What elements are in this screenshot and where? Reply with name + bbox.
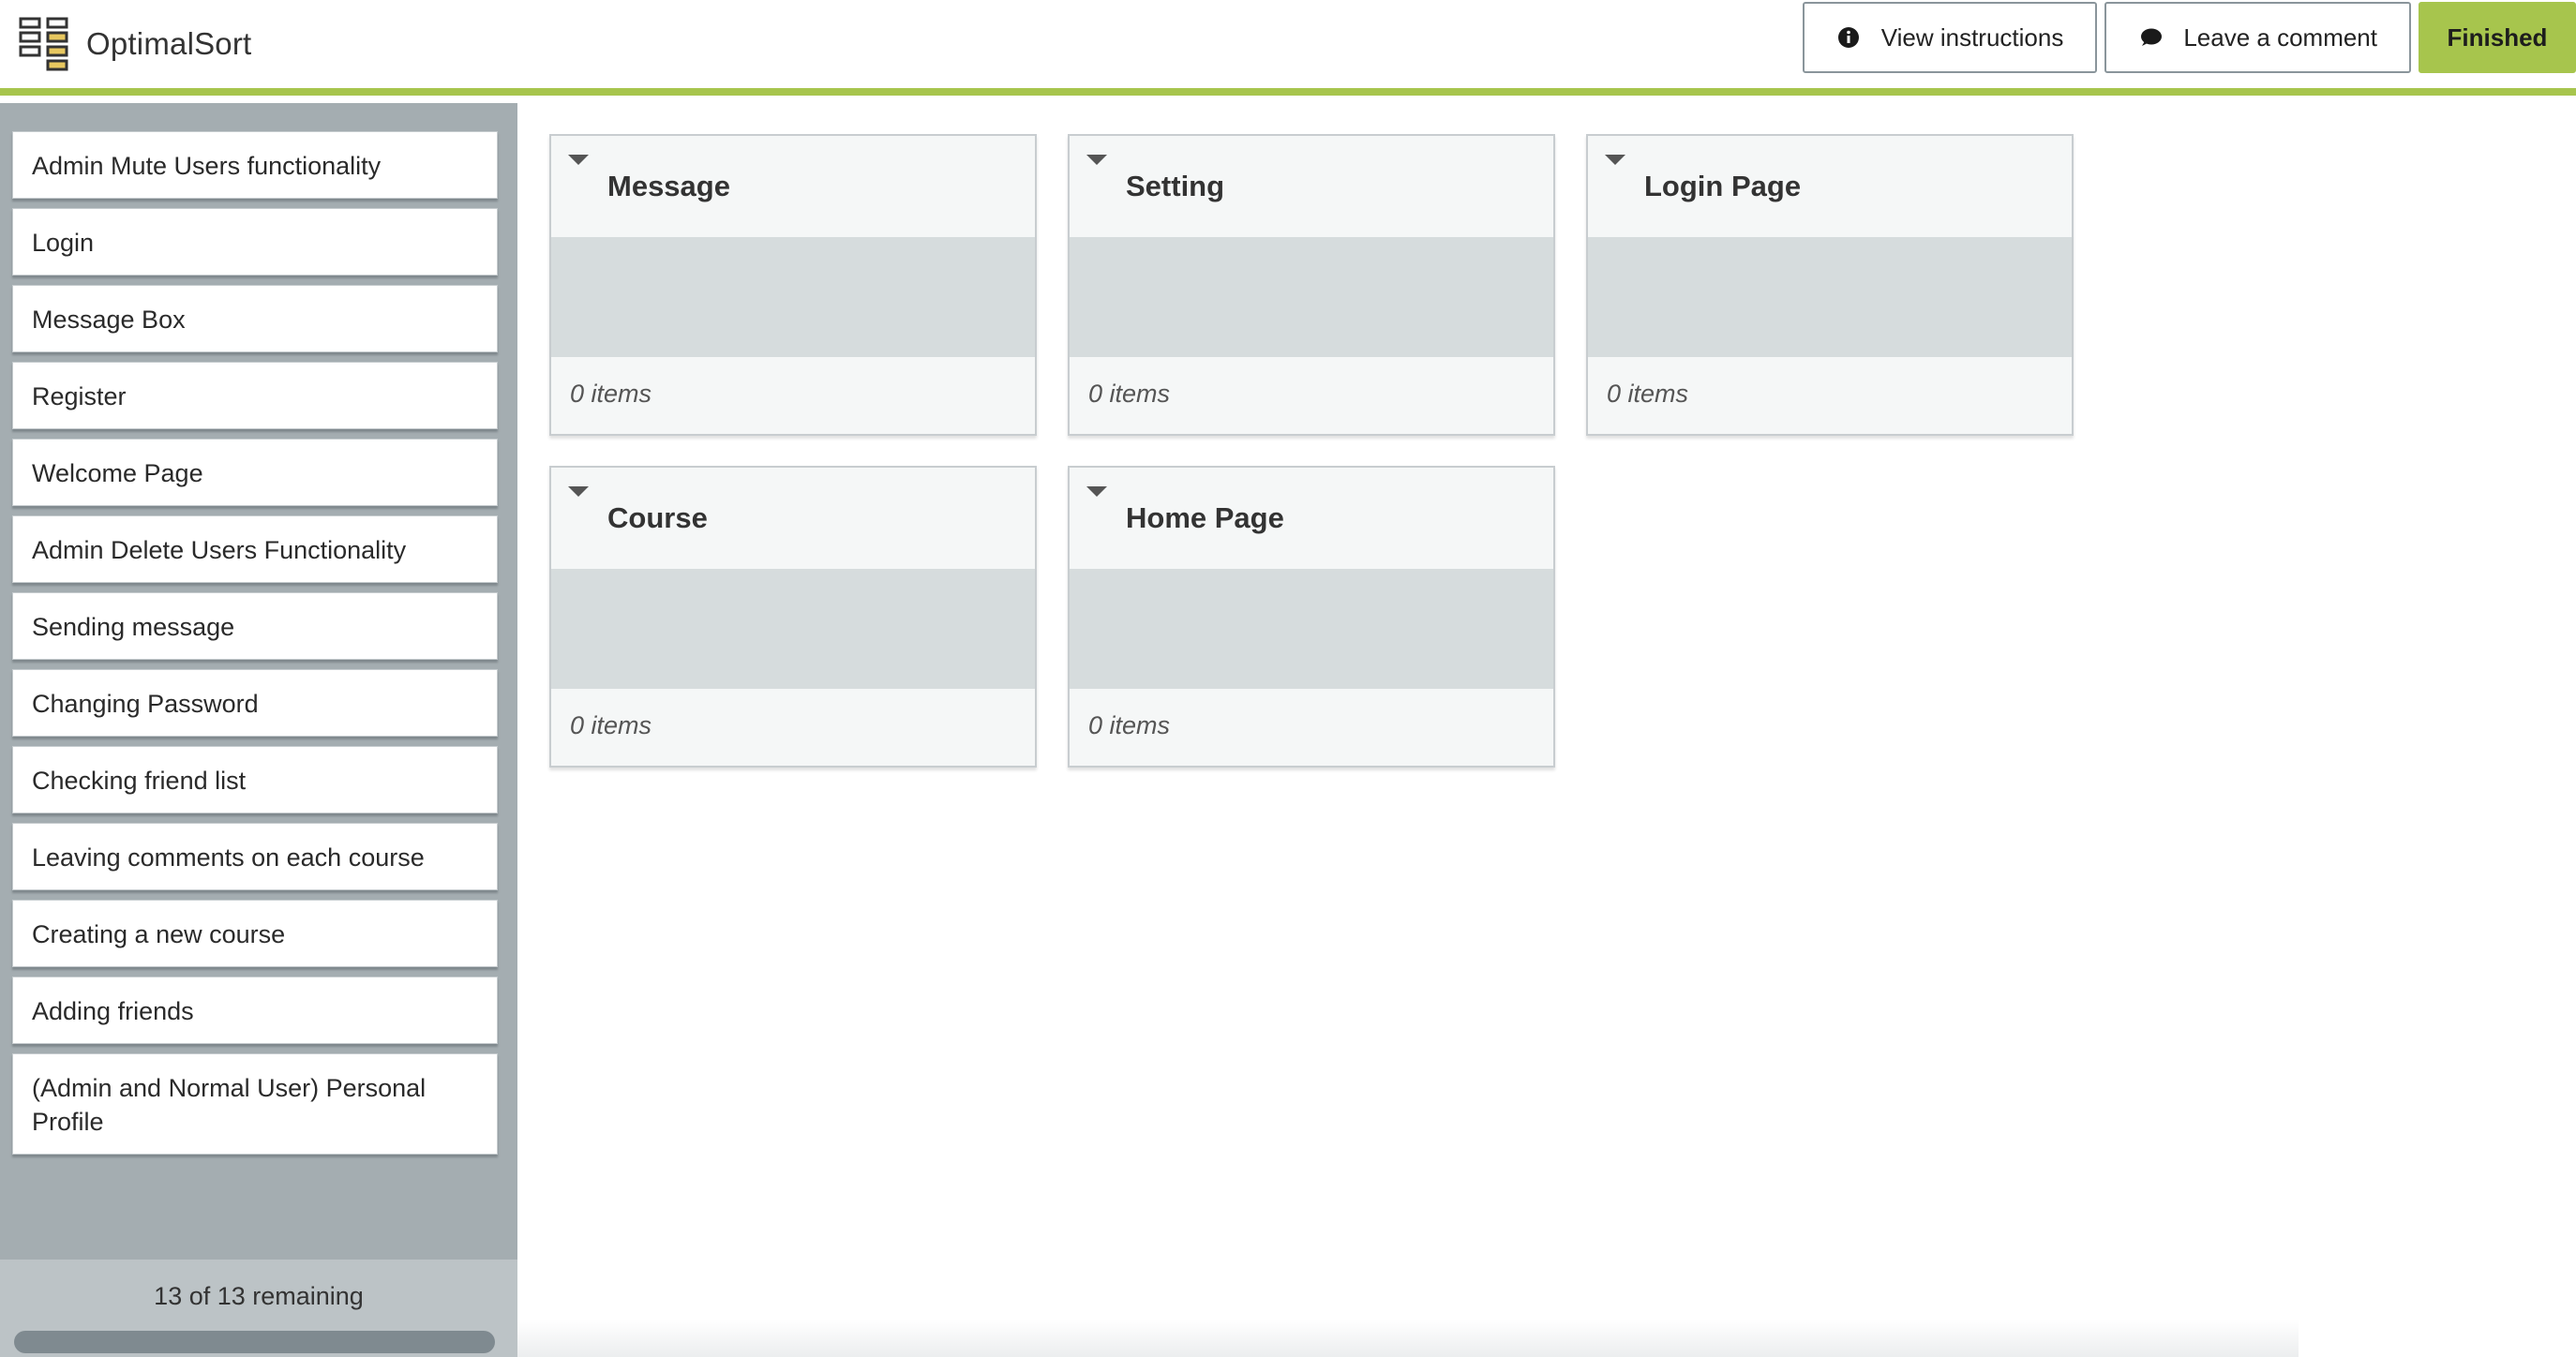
info-icon — [1836, 25, 1861, 50]
comment-icon — [2138, 25, 2163, 50]
category-drop-zone[interactable] — [1070, 569, 1553, 689]
sort-card[interactable]: Admin Delete Users Functionality — [12, 515, 498, 583]
category-title[interactable]: Login Page — [1644, 170, 1801, 203]
brand-name: OptimalSort — [86, 26, 252, 61]
collapse-toggle-icon[interactable] — [568, 486, 589, 497]
category-drop-zone[interactable] — [1588, 237, 2072, 357]
sort-card[interactable]: Sending message — [12, 592, 498, 660]
category-header: Message — [551, 136, 1035, 237]
remaining-count: 13 of 13 remaining — [154, 1282, 364, 1310]
category-item-count: 0 items — [1607, 380, 1689, 408]
board-bottom-shadow — [517, 1320, 2299, 1357]
sort-card[interactable]: Register — [12, 362, 498, 429]
collapse-toggle-icon[interactable] — [568, 155, 589, 165]
category-header: Setting — [1070, 136, 1553, 237]
brand: OptimalSort — [19, 17, 251, 71]
top-header: OptimalSort View instructions Leave a co… — [0, 0, 2576, 96]
category-item-count: 0 items — [1088, 711, 1171, 739]
category-drop-zone[interactable] — [1070, 237, 1553, 357]
category-drop-zone[interactable] — [551, 569, 1035, 689]
sort-card[interactable]: Welcome Page — [12, 439, 498, 506]
category-header: Home Page — [1070, 468, 1553, 569]
sort-card[interactable]: Adding friends — [12, 977, 498, 1044]
collapse-toggle-icon[interactable] — [1086, 155, 1107, 165]
sort-card[interactable]: Creating a new course — [12, 900, 498, 967]
category-title[interactable]: Setting — [1126, 170, 1224, 203]
category-title[interactable]: Message — [607, 170, 730, 203]
collapse-toggle-icon[interactable] — [1086, 486, 1107, 497]
category-box[interactable]: Course 0 items — [549, 466, 1037, 768]
sort-card[interactable]: Checking friend list — [12, 746, 498, 813]
sort-card[interactable]: Changing Password — [12, 669, 498, 737]
finished-button[interactable]: Finished — [2419, 2, 2576, 73]
sort-card[interactable]: Leaving comments on each course — [12, 823, 498, 890]
sort-card[interactable]: Login — [12, 208, 498, 276]
card-list: Admin Mute Users functionality Login Messa… — [12, 131, 498, 1164]
category-item-count: 0 items — [1088, 380, 1171, 408]
progress-bar — [14, 1331, 495, 1353]
collapse-toggle-icon[interactable] — [1605, 155, 1625, 165]
category-item-count: 0 items — [570, 711, 652, 739]
category-drop-zone[interactable] — [551, 237, 1035, 357]
sort-card[interactable]: Message Box — [12, 285, 498, 352]
category-header: Login Page — [1588, 136, 2072, 237]
sort-card[interactable]: Admin Mute Users functionality — [12, 131, 498, 199]
view-instructions-label: View instructions — [1880, 22, 2064, 52]
category-title[interactable]: Home Page — [1126, 501, 1284, 535]
view-instructions-button[interactable]: View instructions — [1802, 2, 2098, 73]
card-sidebar: Admin Mute Users functionality Login Messa… — [0, 103, 517, 1357]
category-box[interactable]: Setting 0 items — [1068, 134, 1555, 436]
leave-comment-button[interactable]: Leave a comment — [2104, 2, 2411, 73]
category-title[interactable]: Course — [607, 501, 708, 535]
category-box[interactable]: Login Page 0 items — [1586, 134, 2074, 436]
header-actions: View instructions Leave a comment Finish… — [1802, 2, 2576, 75]
category-box[interactable]: Message 0 items — [549, 134, 1037, 436]
category-board: Message 0 items Setting 0 items Login Page 0 … — [517, 103, 2576, 1357]
sidebar-footer: 13 of 13 remaining — [0, 1258, 517, 1357]
category-item-count: 0 items — [570, 380, 652, 408]
category-header: Course — [551, 468, 1035, 569]
category-box[interactable]: Home Page 0 items — [1068, 466, 1555, 768]
optimalsort-logo-icon — [19, 17, 68, 71]
leave-comment-label: Leave a comment — [2183, 22, 2377, 52]
sort-card[interactable]: (Admin and Normal User) Personal Profile — [12, 1053, 498, 1155]
